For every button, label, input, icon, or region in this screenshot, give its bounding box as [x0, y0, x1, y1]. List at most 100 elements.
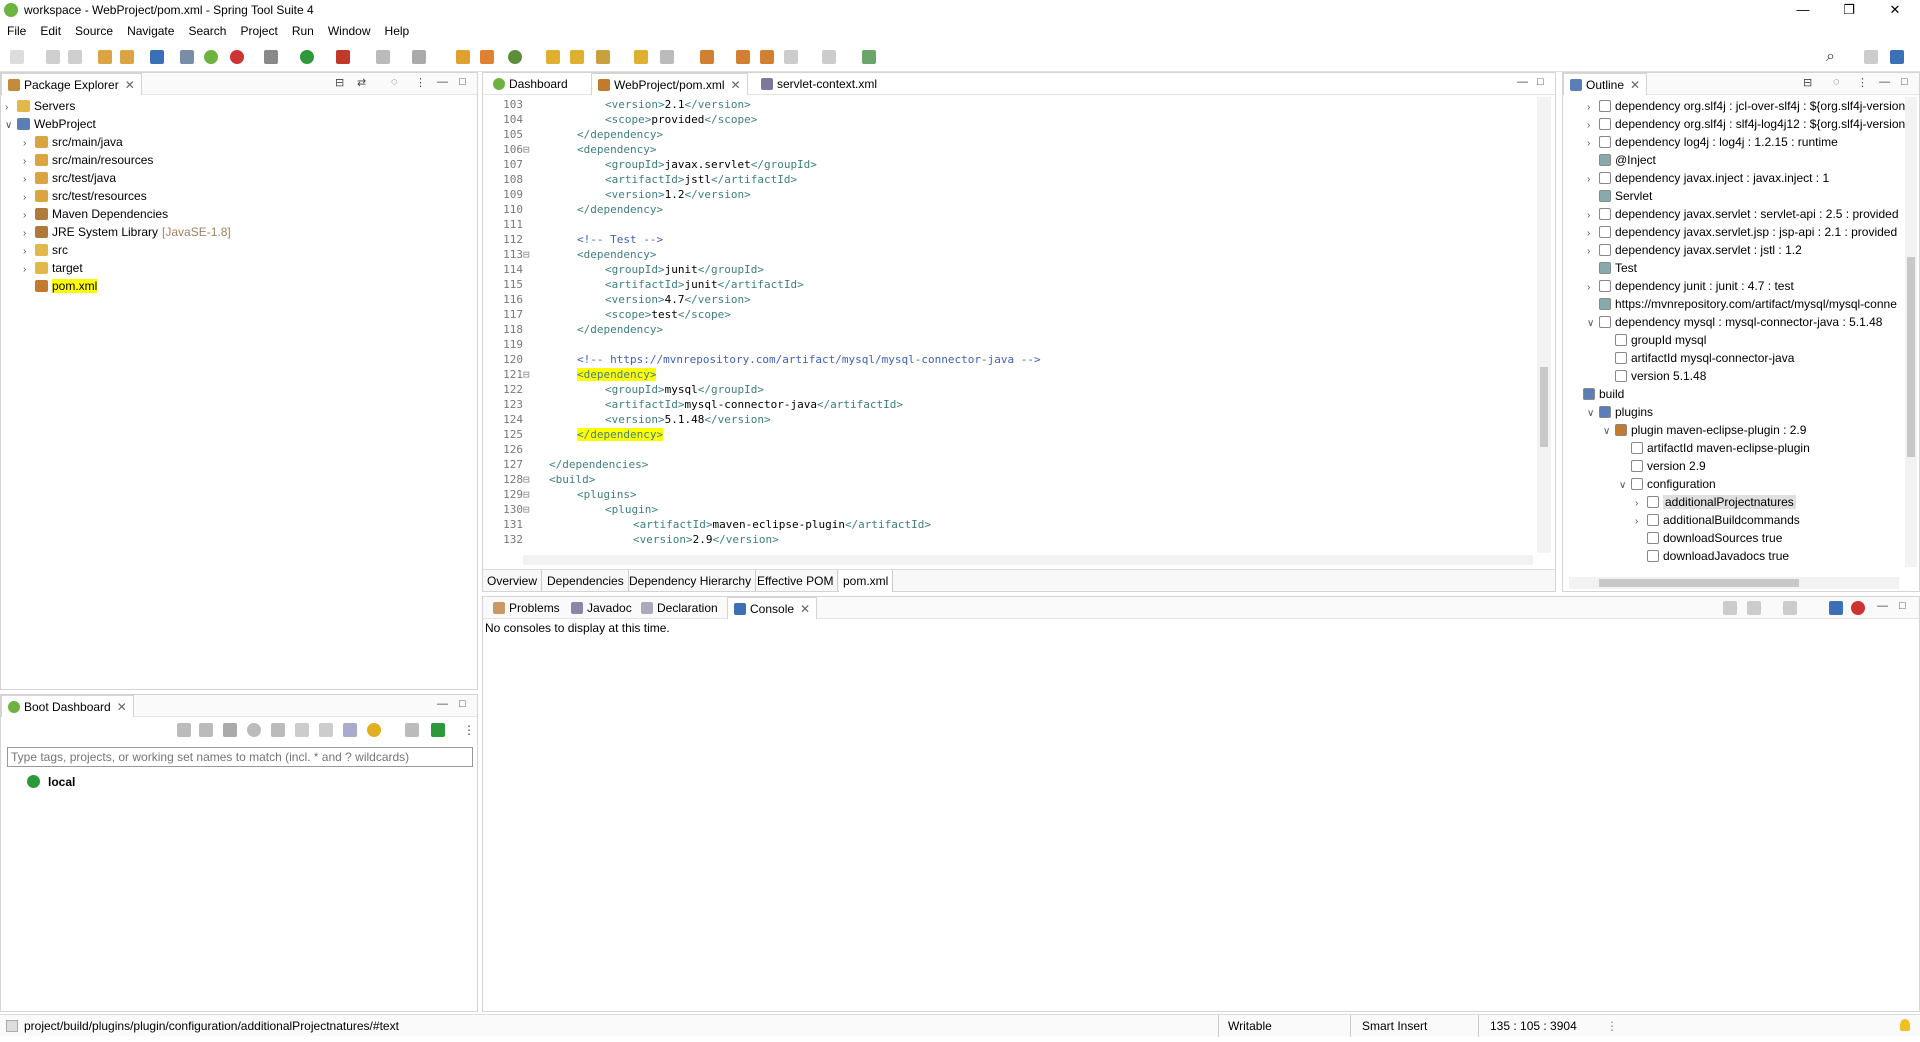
tab-overview[interactable]: Overview	[483, 570, 543, 592]
code-line[interactable]: 119	[483, 337, 1523, 352]
local-target[interactable]: local	[27, 773, 75, 791]
restore-button[interactable]: ❐	[1826, 0, 1872, 22]
outline-item[interactable]: downloadJavadocs true	[1635, 547, 1789, 565]
menu-navigate[interactable]: Navigate	[120, 22, 181, 40]
tree-item[interactable]: › src/main/java	[23, 133, 123, 151]
outline-item[interactable]: @Inject	[1587, 151, 1656, 169]
outline-item[interactable]: build	[1571, 385, 1624, 403]
scrollbar-thumb[interactable]	[1907, 257, 1915, 457]
outline-item[interactable]: https://mvnrepository.com/artifact/mysql…	[1587, 295, 1897, 313]
fold-toggle-icon[interactable]: ⊟	[523, 502, 530, 517]
last-edit-icon[interactable]	[736, 50, 750, 64]
debug-icon[interactable]	[264, 50, 278, 64]
deploy-icon[interactable]	[405, 723, 419, 737]
outline-vertical-scrollbar[interactable]	[1905, 97, 1917, 567]
outline-item[interactable]: version 2.9	[1619, 457, 1706, 475]
code-line[interactable]: 130 ⊟ <plugin>	[483, 502, 1523, 517]
close-icon[interactable]: ✕	[125, 78, 135, 92]
menu-edit[interactable]: Edit	[33, 22, 68, 40]
skip-breakpoints-icon[interactable]	[180, 50, 194, 64]
tab-javadoc[interactable]: Javadoc	[565, 597, 638, 619]
minimize-view-icon[interactable]: —	[1877, 600, 1888, 612]
navigate-forward-icon[interactable]	[822, 50, 836, 64]
outline-item[interactable]: › dependency javax.servlet.jsp : jsp-api …	[1587, 223, 1897, 241]
pin-editor-icon[interactable]	[862, 50, 876, 64]
open-console-icon[interactable]	[1783, 601, 1797, 615]
collapse-all-icon[interactable]: ⊟	[335, 76, 344, 89]
code-editor[interactable]: 103 <version>2.1</version> 104 <scope>provi…	[483, 97, 1533, 553]
tree-item[interactable]: › src	[23, 241, 68, 259]
tree-item[interactable]: › Maven Dependencies	[23, 205, 168, 223]
lightbulb-icon[interactable]	[1900, 1019, 1910, 1031]
prev-annotation-icon[interactable]	[700, 50, 714, 64]
link-editor-icon[interactable]: ⇄	[357, 76, 366, 89]
scrollbar-thumb[interactable]	[1540, 367, 1548, 447]
code-line[interactable]: 128 ⊟ <build>	[483, 472, 1523, 487]
outline-item[interactable]: › additionalBuildcommands	[1635, 511, 1800, 529]
outline-item[interactable]: groupId mysql	[1603, 331, 1706, 349]
code-line[interactable]: 131 <artifactId>maven-eclipse-plugin</art…	[483, 517, 1523, 532]
console-icon[interactable]	[150, 50, 164, 64]
code-line[interactable]: 123 <artifactId>mysql-connector-java</art…	[483, 397, 1523, 412]
code-line[interactable]: 125 </dependency>	[483, 427, 1523, 442]
tab-effective-pom[interactable]: Effective POM	[753, 570, 839, 592]
outline-item[interactable]: › dependency log4j : log4j : 1.2.15 : run…	[1587, 133, 1838, 151]
tree-item[interactable]: › target	[23, 259, 83, 277]
save-all-icon[interactable]	[68, 50, 82, 64]
tab-servlet-context[interactable]: servlet-context.xml	[755, 73, 883, 95]
view-menu-icon[interactable]: ⋮	[463, 723, 477, 737]
tree-item[interactable]: ∨ WebProject	[5, 115, 96, 133]
console-icon[interactable]	[271, 723, 285, 737]
tab-dependency-hierarchy[interactable]: Dependency Hierarchy	[625, 570, 757, 592]
menu-search[interactable]: Search	[181, 22, 233, 40]
open-task-icon[interactable]	[570, 50, 584, 64]
code-line[interactable]: 118 </dependency>	[483, 322, 1523, 337]
lightbulb-icon[interactable]	[367, 723, 381, 737]
code-line[interactable]: 110 </dependency>	[483, 202, 1523, 217]
code-line[interactable]: 117 <scope>test</scope>	[483, 307, 1523, 322]
tab-package-explorer[interactable]: Package Explorer ✕	[1, 73, 142, 95]
external-tools-icon[interactable]	[336, 50, 350, 64]
code-line[interactable]: 103 <version>2.1</version>	[483, 97, 1523, 112]
filter-icon[interactable]: ◌	[1833, 76, 1840, 88]
code-line[interactable]: 111	[483, 217, 1523, 232]
expand-arrow-icon[interactable]: ∨	[1603, 423, 1615, 441]
close-icon[interactable]: ✕	[1630, 78, 1640, 92]
code-line[interactable]: 121 ⊟ <dependency>	[483, 367, 1523, 382]
run-icon[interactable]	[300, 50, 314, 64]
code-line[interactable]: 116 <version>4.7</version>	[483, 292, 1523, 307]
outline-item[interactable]: › dependency org.slf4j : jcl-over-slf4j :…	[1587, 97, 1905, 115]
outline-item[interactable]: ∨ plugin maven-eclipse-plugin : 2.9	[1603, 421, 1806, 439]
tree-item[interactable]: › src/main/resources	[23, 151, 153, 169]
maximize-view-icon[interactable]: □	[459, 76, 466, 88]
outline-item[interactable]: › dependency javax.servlet : jstl : 1.2	[1587, 241, 1802, 259]
fold-toggle-icon[interactable]: ⊟	[523, 472, 530, 487]
code-line[interactable]: 104 <scope>provided</scope>	[483, 112, 1523, 127]
display-console-icon[interactable]	[1747, 601, 1761, 615]
tab-problems[interactable]: Problems	[487, 597, 566, 619]
code-line[interactable]: 107 <groupId>javax.servlet</groupId>	[483, 157, 1523, 172]
fold-toggle-icon[interactable]: ⊟	[523, 487, 530, 502]
outline-item[interactable]: Test	[1587, 259, 1637, 277]
code-line[interactable]: 113 ⊟ <dependency>	[483, 247, 1523, 262]
outline-item[interactable]: ∨ configuration	[1619, 475, 1716, 493]
outline-item[interactable]: › dependency junit : junit : 4.7 : test	[1587, 277, 1794, 295]
tab-boot-dashboard[interactable]: Boot Dashboard ✕	[1, 695, 134, 717]
code-line[interactable]: 132 <version>2.9</version>	[483, 532, 1523, 547]
code-line[interactable]: 122 <groupId>mysql</groupId>	[483, 382, 1523, 397]
outline-item[interactable]: ∨ plugins	[1587, 403, 1653, 421]
outline-item[interactable]: artifactId mysql-connector-java	[1603, 349, 1794, 367]
back-icon[interactable]	[760, 50, 774, 64]
close-icon[interactable]: ✕	[730, 78, 740, 92]
refresh-icon[interactable]	[247, 723, 261, 737]
open-perspective-icon[interactable]	[1864, 50, 1878, 64]
maximize-view-icon[interactable]: □	[1901, 76, 1908, 88]
close-icon[interactable]: ✕	[800, 602, 810, 616]
outline-horizontal-scrollbar[interactable]	[1569, 577, 1899, 589]
maximize-view-icon[interactable]: □	[1537, 76, 1544, 88]
java-ee-perspective-icon[interactable]	[1890, 50, 1904, 64]
annotation-icon[interactable]	[634, 50, 648, 64]
view-menu-icon[interactable]: ⋮	[415, 76, 426, 89]
debug-icon[interactable]	[199, 723, 213, 737]
edit-icon[interactable]	[319, 723, 333, 737]
